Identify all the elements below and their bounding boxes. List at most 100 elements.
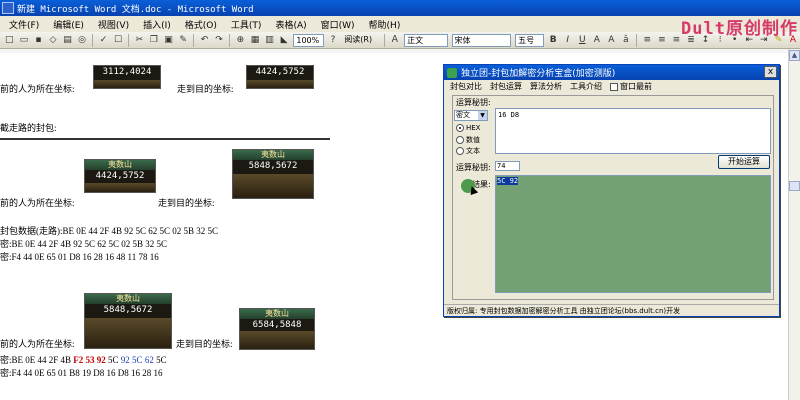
tab-algorithm-analysis[interactable]: 算法分析 [526, 81, 566, 92]
paste-icon[interactable]: ▣ [163, 34, 174, 47]
key-input[interactable]: 16 D8 [495, 108, 771, 154]
close-button[interactable]: x [764, 66, 777, 78]
doc-decrypt2-line: 密:F4 44 0E 65 01 B8 19 D8 16 D8 16 28 16 [0, 366, 163, 379]
packet-a: BE 0E 44 2F 4B [62, 226, 123, 236]
cut-icon[interactable]: ✂ [134, 34, 145, 47]
radio-selected-icon[interactable] [456, 124, 464, 132]
format-painter-icon[interactable]: ✎ [178, 34, 189, 47]
styles-icon[interactable]: Ａ [390, 34, 401, 47]
key-mode-select[interactable]: 密文 ▼ [454, 110, 488, 121]
italic-button[interactable]: I [562, 34, 573, 47]
scroll-up-icon[interactable]: ▲ [789, 50, 800, 61]
char-scale-icon[interactable]: ǎ [621, 34, 632, 47]
new-doc-icon[interactable]: □ [4, 34, 15, 47]
columns-icon[interactable]: ▥ [264, 34, 275, 47]
tool-tab-bar: 封包对比 封包运算 算法分析 工具介绍 窗口最前 [444, 80, 779, 93]
encrypt2-label: 密: [0, 355, 12, 365]
radio-icon[interactable] [456, 147, 464, 155]
print-preview-icon[interactable]: ◎ [77, 34, 88, 47]
game-location-label: 夷数山 [85, 160, 155, 170]
menu-format[interactable]: 格式(O) [178, 18, 224, 31]
drawing-icon[interactable]: ◣ [279, 34, 290, 47]
key-label: 运算秘钥: [456, 98, 491, 107]
result-output[interactable]: 5C 92 [495, 175, 771, 293]
game-coord: 4424,5752 [95, 171, 145, 181]
game-screenshot-4: 夷数山 5848,5672 [232, 149, 314, 199]
encrypt-b: 92 5C 62 5C 02 5B 32 5C [73, 239, 168, 249]
result-value[interactable]: 5C 92 [497, 177, 519, 185]
topmost-label: 窗口最前 [620, 82, 652, 91]
game-coord: 3112,4024 [102, 67, 152, 77]
menu-help[interactable]: 帮助(H) [362, 18, 408, 31]
doc-block3-target-label: 走到目的坐标: [176, 339, 233, 349]
toolbar-separator [636, 33, 638, 47]
menu-window[interactable]: 窗口(W) [314, 18, 362, 31]
doc-block3-label: 前的人为所在坐标: [0, 339, 75, 349]
value-input[interactable]: 74 [495, 161, 520, 171]
standard-toolbar: □ ▭ ▪ ◇ ▤ ◎ ✓ ☐ ✂ ❐ ▣ ✎ ↶ ↷ ⊕ ▦ ▥ ◣ 100%… [0, 32, 800, 49]
menu-file[interactable]: 文件(F) [2, 18, 46, 31]
menu-view[interactable]: 视图(V) [91, 18, 136, 31]
menu-insert[interactable]: 插入(I) [136, 18, 178, 31]
copy-icon[interactable]: ❐ [149, 34, 160, 47]
start-compute-button[interactable]: 开始运算 [718, 155, 770, 169]
size-select[interactable]: 五号 [515, 33, 544, 47]
game-coord: 6584,5848 [252, 320, 302, 330]
underline-button[interactable]: U [577, 34, 588, 47]
doc-block2-label: 前的人为所在坐标: [0, 198, 75, 208]
spelling-icon[interactable]: ✓ [98, 34, 109, 47]
game-screenshot-2: 4424,5752 [246, 65, 314, 89]
zoom-select[interactable]: 100% [293, 33, 324, 47]
menu-edit[interactable]: 编辑(E) [46, 18, 91, 31]
print-icon[interactable]: ▤ [62, 34, 73, 47]
doc-block2-target-label: 走到目的坐标: [158, 198, 215, 208]
game-coord: 4424,5752 [255, 67, 305, 77]
toolbar-separator [92, 33, 94, 47]
topmost-checkbox[interactable]: 窗口最前 [606, 81, 656, 92]
radio-hex[interactable]: HEX [456, 124, 480, 132]
decrypt2-b: B8 19 D8 16 D8 16 28 16 [69, 368, 163, 378]
align-center-icon[interactable]: ≡ [657, 34, 668, 47]
checkbox-icon[interactable] [610, 82, 618, 91]
toolbar-separator [229, 33, 231, 47]
undo-icon[interactable]: ↶ [199, 34, 210, 47]
help-icon[interactable]: ? [328, 34, 339, 47]
encrypt-label: 密: [0, 239, 12, 249]
packet-b: 92 5C 62 5C 02 5B 32 5C [124, 226, 219, 236]
permission-icon[interactable]: ◇ [48, 34, 59, 47]
char-shading-icon[interactable]: A [606, 34, 617, 47]
tab-packet-compute[interactable]: 封包运算 [486, 81, 526, 92]
save-icon[interactable]: ▪ [33, 34, 44, 47]
menu-bar: 文件(F) 编辑(E) 视图(V) 插入(I) 格式(O) 工具(T) 表格(A… [0, 16, 800, 32]
chevron-down-icon[interactable]: ▼ [478, 111, 487, 120]
vertical-scrollbar[interactable]: ▲ [788, 49, 800, 400]
menu-tools[interactable]: 工具(T) [224, 18, 269, 31]
tool-app-icon [447, 67, 457, 78]
open-folder-icon[interactable]: ▭ [19, 34, 30, 47]
toolbar-separator [383, 33, 385, 47]
encrypt2-blue1: 92 5C [120, 355, 143, 365]
key-mode-value: 密文 [456, 111, 470, 119]
tool-titlebar[interactable]: 独立团-封包加解密分析宝盒(加密测版) [444, 65, 779, 80]
watermark-text: Dult原创制作 [681, 19, 798, 39]
toolbar-separator [128, 33, 130, 47]
menu-table[interactable]: 表格(A) [268, 18, 313, 31]
table-icon[interactable]: ▦ [250, 34, 261, 47]
hyperlink-icon[interactable]: ⊕ [235, 34, 246, 47]
char-border-icon[interactable]: A [592, 34, 603, 47]
read-button[interactable]: 阅读(R) [342, 34, 378, 47]
bold-button[interactable]: B [548, 34, 559, 47]
tab-tool-intro[interactable]: 工具介绍 [566, 81, 606, 92]
decrypt-a: F4 44 0E 65 01 [11, 252, 68, 262]
doc-encrypt2-line: 密:BE 0E 44 2F 4B F2 53 92 5C 92 5C 62 5C [0, 353, 167, 366]
radio-icon[interactable] [456, 136, 464, 144]
style-select[interactable]: 正文 [404, 33, 448, 47]
research-icon[interactable]: ☐ [113, 34, 124, 47]
font-select[interactable]: 宋体 [451, 33, 512, 47]
scroll-thumb[interactable] [789, 181, 800, 191]
radio-text[interactable]: 文本 [456, 146, 480, 156]
tab-packet-compare[interactable]: 封包对比 [446, 81, 486, 92]
align-left-icon[interactable]: ≡ [642, 34, 653, 47]
radio-number[interactable]: 数值 [456, 135, 480, 145]
redo-icon[interactable]: ↷ [214, 34, 225, 47]
